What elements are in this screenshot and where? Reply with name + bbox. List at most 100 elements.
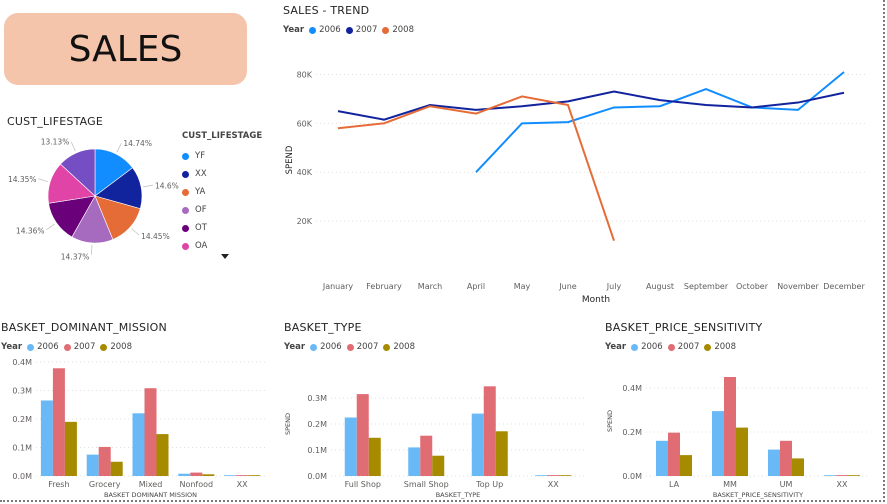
legend-label: 2006 — [320, 342, 342, 352]
legend-swatch — [27, 343, 35, 351]
bar-2008 — [202, 474, 215, 476]
y-tick-label: 0.2M — [307, 420, 327, 429]
bar-chart-2-title: BASKET_TYPE — [284, 321, 362, 334]
bar-2008 — [156, 434, 169, 476]
x-tick-label: October — [736, 282, 769, 291]
x-tick-label: May — [514, 282, 531, 291]
pie-leader-line — [116, 143, 122, 153]
pie-legend-item[interactable]: OF — [182, 201, 262, 219]
x-tick-label: XX — [548, 480, 559, 489]
legend-item[interactable]: 2006 — [27, 342, 59, 352]
legend-item[interactable]: 2007 — [63, 342, 96, 352]
legend-item[interactable]: 2008 — [704, 342, 736, 352]
x-tick-label: July — [606, 282, 622, 291]
series-line-2006 — [475, 71, 845, 173]
legend-label: 2007 — [73, 342, 96, 352]
pie-legend-item[interactable]: YA — [182, 183, 262, 201]
y-tick-label: 0.4M — [622, 384, 642, 393]
legend-swatch — [63, 343, 71, 351]
bar-2008 — [64, 421, 77, 476]
legend-swatch — [382, 26, 390, 34]
legend-item[interactable]: 2006 — [310, 342, 342, 352]
pie-chart: 14.74% 14.6% 14.45% 14.37% 14.36% 14.35% 13.13… — [8, 138, 179, 262]
bar-2007 — [724, 377, 736, 476]
y-tick-label: 40K — [297, 168, 313, 177]
pie-data-label: 14.35% — [8, 175, 37, 184]
bar-2006 — [768, 449, 780, 476]
bar-2006 — [824, 475, 836, 476]
bar-2007 — [144, 388, 157, 476]
x-axis-title: Month — [582, 295, 610, 305]
y-tick-label: 0.1M — [307, 446, 327, 455]
legend-label: 2007 — [356, 342, 379, 352]
pie-legend-item[interactable]: YF — [182, 147, 262, 165]
bar-2008 — [248, 475, 261, 476]
legend-item[interactable]: 2007 — [667, 342, 699, 352]
bar-chart-2-legend: Year 2006 2007 2008 — [284, 342, 420, 352]
legend-swatch — [345, 26, 353, 34]
bar-chart-1-legend: Year 2006 2007 2008 — [1, 342, 137, 352]
bar-2006 — [535, 475, 548, 476]
y-tick-label: 0.2M — [622, 428, 642, 437]
legend-swatch — [704, 343, 712, 351]
legend-swatch — [182, 152, 189, 160]
bar-2007 — [483, 386, 496, 476]
legend-title: Year — [1, 342, 23, 352]
legend-item[interactable]: 2008 — [100, 342, 132, 352]
bar-2008 — [432, 455, 445, 476]
legend-label: YA — [195, 187, 206, 197]
pie-legend-item[interactable]: OT — [182, 219, 262, 237]
bar-2008 — [559, 475, 572, 476]
pie-leader-line — [91, 244, 93, 255]
legend-swatch — [182, 224, 189, 232]
x-tick-label: Mixed — [139, 480, 163, 489]
legend-title: Year — [283, 25, 305, 35]
y-tick-label: 60K — [297, 119, 313, 128]
pie-legend-item[interactable]: OA — [182, 237, 262, 255]
pie-data-label: 13.13% — [41, 138, 70, 147]
pie-legend-item[interactable]: XX — [182, 165, 262, 183]
x-tick-label: January — [322, 282, 354, 291]
bar-2007 — [356, 394, 369, 476]
legend-label: YF — [195, 151, 206, 161]
x-tick-label: LA — [669, 480, 680, 489]
bar-2006 — [656, 440, 668, 476]
bar-2006 — [408, 447, 421, 476]
legend-item[interactable]: 2007 — [345, 25, 377, 35]
legend-item[interactable]: 2008 — [383, 342, 415, 352]
x-tick-label: February — [366, 282, 402, 291]
sales-title-card: SALES — [4, 13, 247, 85]
legend-scroll-down-icon[interactable] — [221, 254, 229, 259]
bar-2008 — [368, 437, 381, 476]
legend-title: Year — [605, 342, 627, 352]
pie-leader-line — [71, 141, 76, 152]
y-tick-label: 0.3M — [12, 387, 32, 396]
bar-2007 — [547, 475, 560, 476]
bar-2007 — [836, 475, 848, 476]
legend-item[interactable]: 2006 — [631, 342, 663, 352]
bar-2006 — [178, 473, 191, 476]
x-tick-label: September — [684, 282, 729, 291]
legend-label: 2008 — [714, 342, 736, 352]
y-tick-label: 0.1M — [12, 444, 32, 453]
x-tick-label: Fresh — [48, 480, 69, 489]
legend-label: 2006 — [37, 342, 59, 352]
legend-item[interactable]: 2006 — [309, 25, 341, 35]
x-tick-label: XX — [237, 480, 248, 489]
legend-swatch — [100, 343, 108, 351]
pie-legend: CUST_LIFESTAGE YF XX YA OF OT OA — [182, 131, 262, 255]
bar-2006 — [224, 475, 237, 476]
x-tick-label: June — [558, 282, 577, 291]
legend-item[interactable]: 2008 — [382, 25, 414, 35]
bar-chart-3: 0.0M 0.2M 0.4M LA MM UM XX BASKET_PRICE_SENSITI… — [606, 377, 870, 499]
y-tick-label: 20K — [297, 217, 313, 226]
y-tick-label: 0.3M — [307, 394, 327, 403]
x-axis-title: BASKET_TYPE — [436, 491, 481, 499]
bar-2006 — [344, 417, 357, 476]
legend-item[interactable]: 2007 — [346, 342, 379, 352]
bar-2007 — [780, 440, 792, 476]
bar-chart-3-title: BASKET_PRICE_SENSITIVITY — [605, 321, 763, 334]
bar-2006 — [86, 454, 99, 476]
trend-legend: Year 2006 2007 2008 — [283, 25, 419, 35]
bar-2007 — [98, 446, 111, 476]
